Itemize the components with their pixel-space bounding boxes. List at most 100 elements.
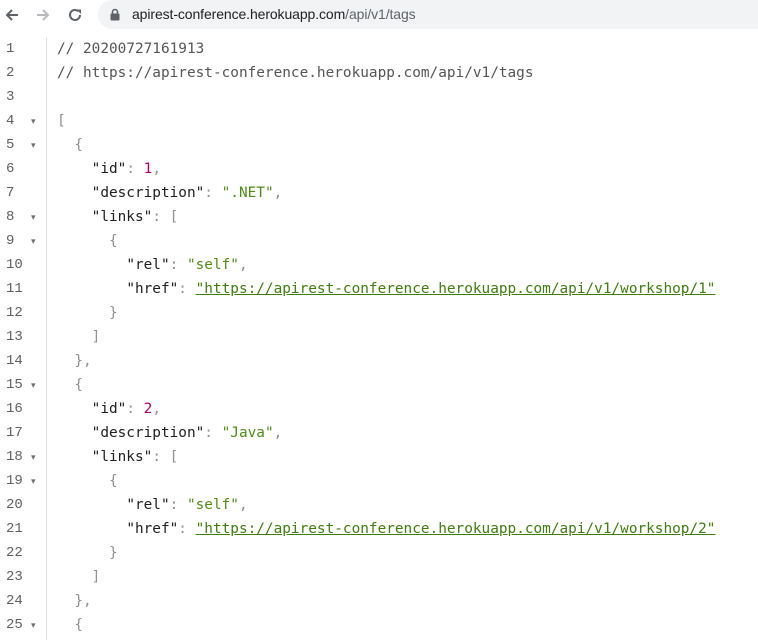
code-line: 24 }, xyxy=(0,589,758,613)
line-number: 1 xyxy=(6,41,15,57)
code-line: 25 ▾ { xyxy=(0,613,758,637)
code-text: } xyxy=(57,541,118,565)
code-line: 16 "id": 2, xyxy=(0,397,758,421)
code-line: 22 } xyxy=(0,541,758,565)
reload-button[interactable] xyxy=(63,0,87,30)
json-punctuation: } xyxy=(108,545,118,561)
code-line: 8 ▾ "links": [ xyxy=(0,205,758,229)
code-line: 10 "rel": "self", xyxy=(0,253,758,277)
code-line: 5 ▾ { xyxy=(0,133,758,157)
line-number: 22 xyxy=(6,545,23,561)
json-string: "self" xyxy=(186,497,239,513)
line-number: 13 xyxy=(6,329,23,345)
line-number: 18 xyxy=(6,449,23,465)
json-punctuation: : xyxy=(178,521,196,537)
json-punctuation: , xyxy=(273,185,283,201)
json-punctuation: , xyxy=(273,425,283,441)
json-punctuation: : xyxy=(169,497,187,513)
url-path: /api/v1/tags xyxy=(345,6,416,22)
json-comment: // 20200727161913 xyxy=(57,41,205,57)
json-key: "links" xyxy=(91,449,153,465)
line-number: 6 xyxy=(6,161,15,177)
line-number: 4 xyxy=(6,113,15,129)
json-comment: // https://apirest-conference.herokuapp.… xyxy=(57,65,534,81)
browser-toolbar: apirest-conference.herokuapp.com/api/v1/… xyxy=(0,0,758,30)
json-key: "description" xyxy=(91,425,205,441)
code-line: 7 "description": ".NET", xyxy=(0,181,758,205)
json-key: "href" xyxy=(126,521,179,537)
fold-toggle-icon[interactable]: ▾ xyxy=(31,229,36,253)
json-viewer: 1 // 20200727161913 2 // https://apirest-co… xyxy=(0,37,758,640)
fold-toggle-icon[interactable]: ▾ xyxy=(31,133,36,157)
forward-button[interactable] xyxy=(31,0,55,30)
code-text: ] xyxy=(57,325,101,349)
code-line: 12 } xyxy=(0,301,758,325)
json-key: "id" xyxy=(91,401,127,417)
json-number: 1 xyxy=(143,161,153,177)
code-text: "description": "Java", xyxy=(57,421,283,445)
line-number: 5 xyxy=(6,137,15,153)
json-punctuation: : [ xyxy=(152,209,179,225)
back-button[interactable] xyxy=(0,0,24,30)
json-punctuation: : xyxy=(169,257,187,273)
json-punctuation: , xyxy=(152,401,161,417)
fold-toggle-icon[interactable]: ▾ xyxy=(31,109,36,133)
code-line: 21 "href": "https://apirest-conference.h… xyxy=(0,517,758,541)
lock-icon[interactable] xyxy=(110,8,120,26)
code-text: { xyxy=(57,373,83,397)
url-text[interactable]: apirest-conference.herokuapp.com/api/v1/… xyxy=(132,0,416,29)
code-text: "href": "https://apirest-conference.hero… xyxy=(57,277,715,301)
code-line: 1 // 20200727161913 xyxy=(0,37,758,61)
fold-toggle-icon[interactable]: ▾ xyxy=(31,613,36,637)
line-number: 17 xyxy=(6,425,23,441)
fold-toggle-icon[interactable]: ▾ xyxy=(31,445,36,469)
fold-toggle-icon[interactable]: ▾ xyxy=(31,205,36,229)
code-text: "description": ".NET", xyxy=(57,181,283,205)
json-string: "Java" xyxy=(221,425,274,441)
code-line: 18 ▾ "links": [ xyxy=(0,445,758,469)
code-line: 11 "href": "https://apirest-conference.h… xyxy=(0,277,758,301)
code-line: 14 }, xyxy=(0,349,758,373)
code-line: 13 ] xyxy=(0,325,758,349)
json-punctuation: : xyxy=(204,185,222,201)
json-punctuation: ] xyxy=(91,329,101,345)
json-number: 2 xyxy=(143,401,153,417)
code-line: 4 ▾ [ xyxy=(0,109,758,133)
url-host: apirest-conference.herokuapp.com xyxy=(132,6,346,22)
fold-toggle-icon[interactable]: ▾ xyxy=(31,373,36,397)
address-bar[interactable]: apirest-conference.herokuapp.com/api/v1/… xyxy=(98,0,758,29)
code-line: 3 xyxy=(0,85,758,109)
json-punctuation: , xyxy=(238,257,248,273)
json-punctuation: : xyxy=(126,161,144,177)
line-number: 25 xyxy=(6,617,23,633)
code-text: "links": [ xyxy=(57,445,179,469)
json-string: "self" xyxy=(186,257,239,273)
json-key: "id" xyxy=(91,161,127,177)
json-punctuation: { xyxy=(108,473,118,489)
json-link[interactable]: "https://apirest-conference.herokuapp.co… xyxy=(196,521,716,537)
json-link[interactable]: "https://apirest-conference.herokuapp.co… xyxy=(196,281,716,297)
fold-toggle-icon[interactable]: ▾ xyxy=(31,469,36,493)
code-text: { xyxy=(57,133,83,157)
line-number: 15 xyxy=(6,377,23,393)
json-key: "rel" xyxy=(126,497,170,513)
json-punctuation: : xyxy=(126,401,144,417)
code-text: "href": "https://apirest-conference.hero… xyxy=(57,517,715,541)
line-number: 20 xyxy=(6,497,23,513)
code-line: 6 "id": 1, xyxy=(0,157,758,181)
line-number: 8 xyxy=(6,209,15,225)
code-text: }, xyxy=(57,349,91,373)
json-punctuation: ] xyxy=(91,569,101,585)
code-text: // https://apirest-conference.herokuapp.… xyxy=(57,61,534,85)
code-text: "links": [ xyxy=(57,205,179,229)
code-line: 17 "description": "Java", xyxy=(0,421,758,445)
code-text: [ xyxy=(57,109,66,133)
line-number: 21 xyxy=(6,521,23,537)
json-punctuation: : [ xyxy=(152,449,179,465)
json-punctuation: [ xyxy=(57,113,66,129)
arrow-left-icon xyxy=(4,7,20,23)
line-number: 23 xyxy=(6,569,23,585)
code-text: "id": 1, xyxy=(57,157,161,181)
json-punctuation: : xyxy=(204,425,222,441)
json-punctuation: }, xyxy=(74,593,92,609)
